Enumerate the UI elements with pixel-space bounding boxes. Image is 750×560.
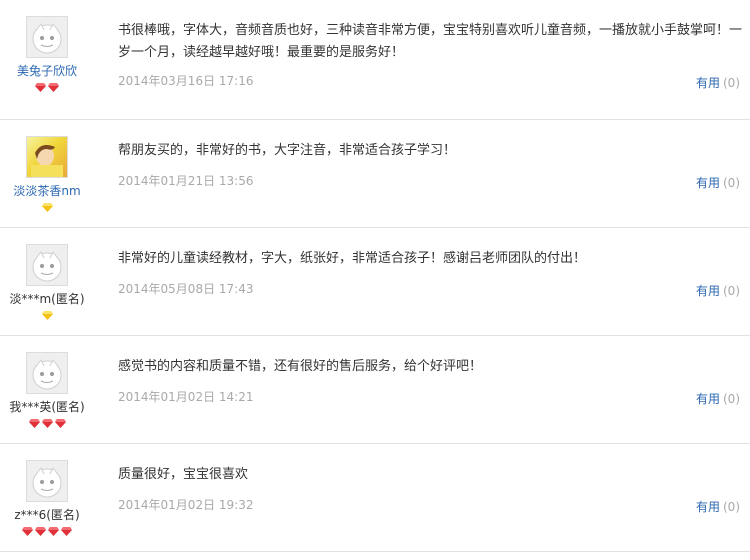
yellow-gem-icon — [41, 311, 53, 320]
default-avatar-icon[interactable] — [26, 352, 68, 394]
reviewer: z***6(匿名) — [0, 460, 94, 537]
useful-count: (0) — [723, 500, 740, 514]
red-gem-icon — [61, 527, 72, 536]
useful-count: (0) — [723, 284, 740, 298]
review-date: 2014年01月02日 14:21 — [118, 390, 254, 404]
level-badges — [0, 525, 94, 537]
review-date: 2014年01月02日 19:32 — [118, 498, 254, 512]
review-item: 美兔子欣欣 书很棒哦，字体大，音频音质也好，三种读音非常方便，宝宝特别喜欢听儿童… — [0, 0, 750, 120]
useful-button[interactable]: 有用 — [696, 500, 720, 514]
default-avatar-icon[interactable] — [26, 460, 68, 502]
useful-vote: 有用 (0) — [696, 282, 740, 299]
useful-button[interactable]: 有用 — [696, 76, 720, 90]
red-gem-icon — [35, 83, 46, 92]
level-badges — [0, 309, 94, 321]
review-item: 我***英(匿名) 感觉书的内容和质量不错，还有很好的售后服务，给个好评吧！ 2… — [0, 336, 750, 444]
useful-button[interactable]: 有用 — [696, 284, 720, 298]
red-gem-icon — [54, 419, 66, 428]
reviewer-name: 淡***m(匿名) — [9, 292, 85, 306]
useful-count: (0) — [723, 76, 740, 90]
red-gem-icon — [41, 419, 53, 428]
review-date: 2014年05月08日 17:43 — [118, 282, 254, 296]
red-gem-icon — [48, 83, 59, 92]
review-item: 淡***m(匿名) 非常好的儿童读经教材，字大，纸张好，非常适合孩子！感谢吕老师… — [0, 228, 750, 336]
reviewer-name[interactable]: 淡淡茶香nm — [0, 182, 94, 199]
reviewer-name[interactable]: 美兔子欣欣 — [0, 62, 94, 79]
useful-vote: 有用 (0) — [696, 390, 740, 407]
photo-avatar-icon[interactable] — [26, 136, 68, 178]
level-badges — [0, 81, 94, 93]
red-gem-icon — [35, 527, 46, 536]
red-gem-icon — [48, 527, 59, 536]
review-date: 2014年03月16日 17:16 — [118, 74, 254, 88]
review-list: 美兔子欣欣 书很棒哦，字体大，音频音质也好，三种读音非常方便，宝宝特别喜欢听儿童… — [0, 0, 750, 552]
review-text: 帮朋友买的，非常好的书，大字注音，非常适合孩子学习！ — [118, 143, 457, 158]
default-avatar-icon[interactable] — [26, 16, 68, 58]
review-item: z***6(匿名) 质量很好，宝宝很喜欢 2014年01月02日 19:32 有… — [0, 444, 750, 552]
useful-vote: 有用 (0) — [696, 74, 740, 91]
useful-button[interactable]: 有用 — [696, 392, 720, 406]
reviewer: 淡***m(匿名) — [0, 244, 94, 321]
review-item: 淡淡茶香nm 帮朋友买的，非常好的书，大字注音，非常适合孩子学习！ 2014年0… — [0, 120, 750, 228]
useful-count: (0) — [723, 176, 740, 190]
reviewer-name: 我***英(匿名) — [9, 400, 85, 414]
review-text: 感觉书的内容和质量不错，还有很好的售后服务，给个好评吧！ — [118, 359, 483, 374]
review-text: 质量很好，宝宝很喜欢 — [118, 467, 249, 482]
reviewer: 我***英(匿名) — [0, 352, 94, 429]
reviewer: 美兔子欣欣 — [0, 16, 94, 93]
red-gem-icon — [28, 419, 40, 428]
useful-vote: 有用 (0) — [696, 174, 740, 191]
reviewer-name: z***6(匿名) — [14, 508, 80, 522]
review-text: 书很棒哦，字体大，音频音质也好，三种读音非常方便，宝宝特别喜欢听儿童音频，一播放… — [118, 23, 743, 60]
default-avatar-icon[interactable] — [26, 244, 68, 286]
useful-button[interactable]: 有用 — [696, 176, 720, 190]
useful-vote: 有用 (0) — [696, 498, 740, 515]
review-date: 2014年01月21日 13:56 — [118, 174, 254, 188]
useful-count: (0) — [723, 392, 740, 406]
level-badges — [0, 201, 94, 213]
review-text: 非常好的儿童读经教材，字大，纸张好，非常适合孩子！感谢吕老师团队的付出！ — [118, 251, 587, 266]
reviewer: 淡淡茶香nm — [0, 136, 94, 213]
red-gem-icon — [22, 527, 33, 536]
yellow-gem-icon — [41, 203, 53, 212]
level-badges — [0, 417, 94, 429]
